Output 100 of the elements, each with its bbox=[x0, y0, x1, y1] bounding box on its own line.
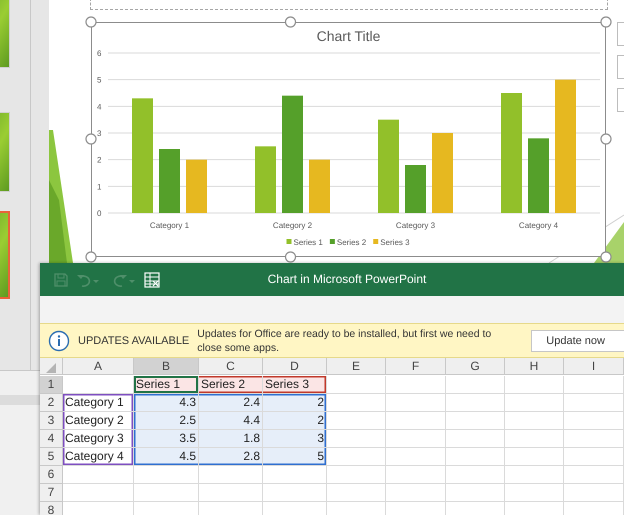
empty-cell[interactable] bbox=[446, 466, 505, 484]
corner-triangle-icon[interactable] bbox=[45, 362, 57, 374]
empty-cell[interactable] bbox=[446, 430, 505, 448]
message-title: UPDATES AVAILABLE bbox=[78, 334, 190, 346]
axis-label: 4 bbox=[97, 102, 102, 112]
empty-cell[interactable] bbox=[505, 484, 564, 502]
empty-cell[interactable] bbox=[446, 484, 505, 502]
empty-cell[interactable] bbox=[327, 466, 386, 484]
table-cell[interactable]: 5 bbox=[263, 448, 327, 466]
resize-handle[interactable] bbox=[600, 251, 612, 263]
column-header[interactable]: H bbox=[505, 358, 564, 375]
resize-handle[interactable] bbox=[85, 16, 97, 28]
row-header[interactable]: 3 bbox=[40, 412, 63, 430]
empty-cell[interactable] bbox=[386, 412, 446, 430]
column-header[interactable]: C bbox=[199, 358, 263, 375]
table-cell[interactable]: 3.5 bbox=[134, 430, 199, 448]
table-cell[interactable]: Category 4 bbox=[63, 448, 134, 466]
window-title: Chart in Microsoft PowerPoint bbox=[268, 272, 426, 286]
table-cell[interactable]: 2.5 bbox=[134, 412, 199, 430]
empty-cell[interactable] bbox=[564, 430, 624, 448]
table-cell[interactable]: 2.4 bbox=[199, 394, 263, 412]
empty-cell[interactable] bbox=[505, 412, 564, 430]
empty-cell[interactable] bbox=[505, 376, 564, 394]
row-header[interactable]: 6 bbox=[40, 466, 63, 484]
column-header[interactable]: I bbox=[564, 358, 624, 375]
axis-label: Category 4 bbox=[518, 221, 558, 230]
table-cell[interactable]: 4.4 bbox=[199, 412, 263, 430]
column-header[interactable]: F bbox=[386, 358, 446, 375]
table-cell[interactable]: 4.3 bbox=[134, 394, 199, 412]
bar bbox=[159, 149, 180, 213]
empty-cell[interactable] bbox=[564, 448, 624, 466]
table-cell[interactable]: 4.5 bbox=[134, 448, 199, 466]
table-cell[interactable]: Series 1 bbox=[134, 376, 199, 394]
axis-label: 5 bbox=[97, 76, 102, 85]
column-header[interactable]: E bbox=[327, 358, 386, 375]
resize-handle[interactable] bbox=[600, 133, 612, 145]
legend-label: Series 2 bbox=[336, 238, 366, 247]
table-cell[interactable]: 3 bbox=[263, 430, 327, 448]
row-header[interactable]: 5 bbox=[40, 448, 63, 466]
empty-cell[interactable] bbox=[564, 394, 624, 412]
row-header[interactable]: 2 bbox=[40, 394, 63, 412]
row-header[interactable]: 8 bbox=[40, 502, 63, 515]
resize-handle[interactable] bbox=[600, 16, 612, 28]
empty-cell[interactable] bbox=[564, 376, 624, 394]
empty-cell[interactable] bbox=[564, 412, 624, 430]
resize-handle[interactable] bbox=[284, 251, 296, 263]
row-header[interactable]: 7 bbox=[40, 484, 63, 502]
empty-cell[interactable] bbox=[327, 484, 386, 502]
bar bbox=[309, 160, 330, 213]
column-header[interactable]: D bbox=[263, 358, 327, 375]
column-header[interactable]: B bbox=[134, 358, 199, 375]
empty-cell[interactable] bbox=[199, 466, 263, 484]
empty-cell[interactable] bbox=[386, 376, 446, 394]
empty-cell[interactable] bbox=[199, 484, 263, 502]
empty-cell[interactable] bbox=[505, 394, 564, 412]
empty-cell[interactable] bbox=[505, 466, 564, 484]
table-cell[interactable]: Series 2 bbox=[199, 376, 263, 394]
empty-cell[interactable] bbox=[386, 466, 446, 484]
empty-cell[interactable] bbox=[446, 448, 505, 466]
resize-handle[interactable] bbox=[85, 251, 97, 263]
legend-label: Series 3 bbox=[380, 238, 410, 247]
chart-title[interactable]: Chart Title bbox=[316, 28, 380, 44]
table-cell[interactable]: 2 bbox=[263, 412, 327, 430]
table-cell[interactable]: Category 1 bbox=[63, 394, 134, 412]
empty-cell[interactable] bbox=[263, 484, 327, 502]
legend-label: Series 1 bbox=[294, 238, 323, 247]
table-cell[interactable]: 1.8 bbox=[199, 430, 263, 448]
empty-cell[interactable] bbox=[386, 394, 446, 412]
axis-label: 1 bbox=[97, 182, 102, 192]
message-text: Updates for Office are ready to be installed, but first we need to close some apps. bbox=[197, 326, 492, 354]
axis-label: 6 bbox=[97, 49, 102, 58]
bar bbox=[186, 160, 207, 213]
axis-label: 3 bbox=[97, 129, 102, 138]
column-header[interactable]: G bbox=[446, 358, 505, 375]
empty-cell[interactable] bbox=[134, 466, 199, 484]
spreadsheet-icon[interactable] bbox=[144, 272, 160, 288]
empty-cell[interactable] bbox=[505, 448, 564, 466]
column-header[interactable]: A bbox=[63, 358, 134, 375]
resize-handle[interactable] bbox=[85, 133, 97, 145]
select-all-button[interactable] bbox=[40, 358, 63, 375]
empty-cell[interactable] bbox=[386, 430, 446, 448]
empty-cell[interactable] bbox=[386, 484, 446, 502]
axis-label: Category 1 bbox=[150, 221, 190, 230]
row-header[interactable]: 4 bbox=[40, 430, 63, 448]
row-header[interactable]: 1 bbox=[40, 376, 63, 394]
empty-cell[interactable] bbox=[446, 412, 505, 430]
table-cell[interactable]: Series 3 bbox=[263, 376, 327, 394]
text-placeholder[interactable] bbox=[90, 0, 608, 10]
empty-cell[interactable] bbox=[505, 430, 564, 448]
empty-cell[interactable] bbox=[446, 376, 505, 394]
table-cell[interactable]: 2.8 bbox=[199, 448, 263, 466]
empty-cell[interactable] bbox=[263, 466, 327, 484]
table-cell[interactable]: 2 bbox=[263, 394, 327, 412]
empty-cell[interactable] bbox=[564, 466, 624, 484]
empty-cell[interactable] bbox=[134, 484, 199, 502]
update-now-button[interactable]: Update now bbox=[531, 330, 624, 352]
empty-cell[interactable] bbox=[446, 394, 505, 412]
resize-handle[interactable] bbox=[284, 16, 296, 28]
empty-cell[interactable] bbox=[564, 484, 624, 502]
empty-cell[interactable] bbox=[386, 448, 446, 466]
